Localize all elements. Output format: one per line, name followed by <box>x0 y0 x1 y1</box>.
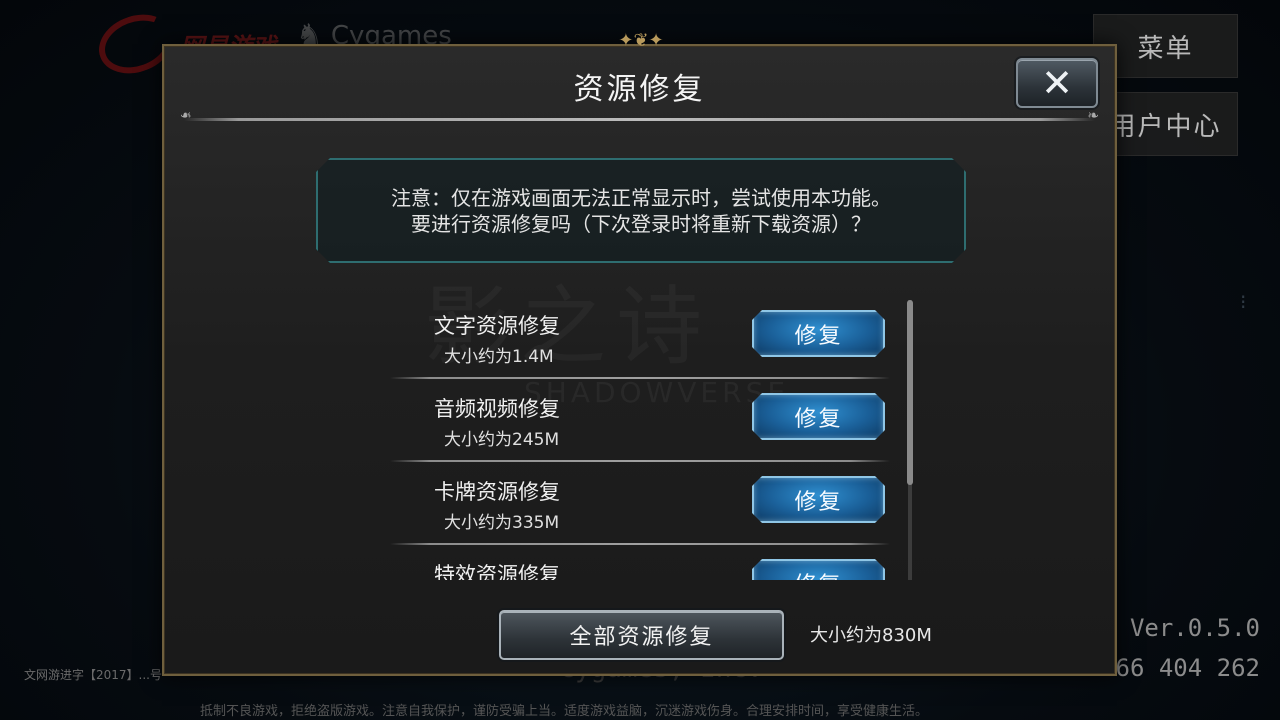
item-name: 特效资源修复 <box>434 563 560 580</box>
scrollbar-thumb[interactable] <box>907 300 913 485</box>
repair-audio-video-button[interactable]: 修复 <box>752 393 885 440</box>
repair-card-button[interactable]: 修复 <box>752 476 885 523</box>
repair-all-button[interactable]: 全部资源修复 <box>499 610 784 660</box>
item-name: 音频视频修复 <box>434 397 560 421</box>
item-name: 文字资源修复 <box>434 314 560 338</box>
repair-list[interactable]: 文字资源修复 大小约为1.4M 修复 音频视频修复 大小约为245M 修复 卡牌… <box>390 296 900 580</box>
health-advisory: 抵制不良游戏，拒绝盗版游戏。注意自我保护，谨防受骗上当。适度游戏益脑，沉迷游戏伤… <box>200 704 929 719</box>
repair-text-button[interactable]: 修复 <box>752 310 885 357</box>
item-name: 卡牌资源修复 <box>434 480 560 504</box>
notice-box: 注意：仅在游戏画面无法正常显示时，尝试使用本功能。 要进行资源修复吗（下次登录时… <box>316 158 966 263</box>
list-item: 卡牌资源修复 大小约为335M 修复 <box>390 462 900 545</box>
list-item: 文字资源修复 大小约为1.4M 修复 <box>390 296 900 379</box>
dialog-title: 资源修复 <box>573 72 706 107</box>
ornament-icon: ✦❦✦ <box>618 30 664 51</box>
notice-line-1: 注意：仅在游戏画面无法正常显示时，尝试使用本功能。 <box>391 185 891 210</box>
close-button[interactable]: ✕ <box>1016 58 1098 108</box>
resource-repair-dialog: ✦❦✦ 资源修复 ✕ 注意：仅在游戏画面无法正常显示时，尝试使用本功能。 要进行… <box>162 30 1117 676</box>
close-icon: ✕ <box>1041 61 1073 105</box>
total-size: 大小约为830M <box>810 625 932 646</box>
item-size: 大小约为335M <box>444 513 560 533</box>
license-text: 文网游进字【2017】...号 <box>24 668 162 682</box>
page-dots: ⁝ <box>1240 290 1247 314</box>
title-divider <box>184 108 1099 124</box>
list-item: 音频视频修复 大小约为245M 修复 <box>390 379 900 462</box>
item-size: 大小约为245M <box>444 430 560 450</box>
list-item: 特效资源修复 修复 <box>390 545 900 580</box>
version-label: Ver.0.5.0 <box>1129 614 1260 642</box>
item-size: 大小约为1.4M <box>444 347 554 367</box>
repair-effects-button[interactable]: 修复 <box>752 559 885 580</box>
notice-line-2: 要进行资源修复吗（下次登录时将重新下载资源）？ <box>411 211 871 236</box>
